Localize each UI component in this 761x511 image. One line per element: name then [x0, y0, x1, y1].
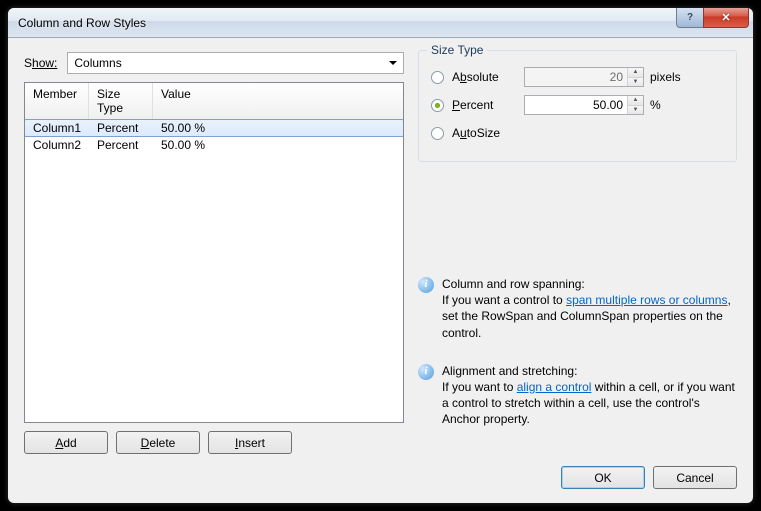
cell-type: Percent: [89, 121, 153, 135]
absolute-spinner[interactable]: 20 ▲▼: [524, 67, 644, 87]
radio-absolute[interactable]: [431, 71, 444, 84]
size-type-legend: Size Type: [427, 43, 487, 57]
col-value[interactable]: Value: [153, 83, 403, 119]
cell-member: Column1: [25, 121, 89, 135]
ok-button[interactable]: OK: [561, 466, 645, 489]
absolute-unit: pixels: [650, 70, 681, 84]
info-icon: i: [418, 364, 434, 380]
insert-button[interactable]: Insert: [208, 431, 292, 454]
cancel-button[interactable]: Cancel: [653, 466, 737, 489]
show-dropdown[interactable]: Columns: [67, 52, 404, 74]
size-type-group: Size Type Absolute 20 ▲▼ pixels: [418, 50, 737, 162]
cell-type: Percent: [89, 137, 153, 153]
percent-spinner[interactable]: 50.00 ▲▼: [524, 95, 644, 115]
cell-value: 50.00 %: [153, 137, 403, 153]
table-row[interactable]: Column2Percent50.00 %: [25, 136, 403, 154]
add-button[interactable]: Add: [24, 431, 108, 454]
col-size-type[interactable]: Size Type: [89, 83, 153, 119]
info-alignment: Alignment and stretching: If you want to…: [442, 363, 737, 428]
delete-button[interactable]: Delete: [116, 431, 200, 454]
link-span-rows-cols[interactable]: span multiple rows or columns: [566, 293, 727, 307]
close-button[interactable]: ✕: [703, 8, 749, 28]
members-list-header: Member Size Type Value: [25, 83, 403, 120]
show-label: Show:: [24, 56, 57, 70]
info-icon: i: [418, 277, 434, 293]
percent-unit: %: [650, 98, 661, 112]
link-align-control[interactable]: align a control: [517, 380, 592, 394]
help-button[interactable]: ?: [676, 8, 704, 28]
radio-autosize[interactable]: [431, 127, 444, 140]
absolute-spinner-buttons[interactable]: ▲▼: [627, 68, 643, 86]
percent-spinner-buttons[interactable]: ▲▼: [627, 96, 643, 114]
titlebar: Column and Row Styles ? ✕: [8, 8, 753, 38]
radio-percent[interactable]: [431, 99, 444, 112]
col-member[interactable]: Member: [25, 83, 89, 119]
cell-member: Column2: [25, 137, 89, 153]
info-spanning: Column and row spanning: If you want a c…: [442, 276, 737, 341]
radio-absolute-label[interactable]: Absolute: [452, 70, 524, 84]
show-dropdown-value: Columns: [74, 56, 121, 70]
radio-percent-label[interactable]: Percent: [452, 98, 524, 112]
members-list[interactable]: Member Size Type Value Column1Percent50.…: [24, 82, 404, 423]
table-row[interactable]: Column1Percent50.00 %: [24, 119, 404, 137]
window-title: Column and Row Styles: [18, 16, 677, 30]
cell-value: 50.00 %: [153, 121, 403, 135]
radio-autosize-label[interactable]: AutoSize: [452, 126, 524, 140]
